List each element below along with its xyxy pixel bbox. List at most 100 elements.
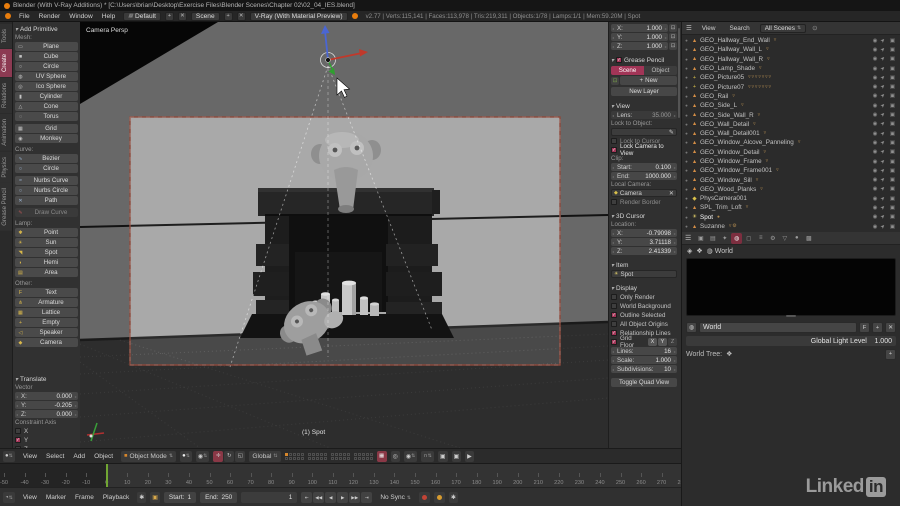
- visibility-eye-icon[interactable]: [873, 75, 878, 81]
- visibility-eye-icon[interactable]: [873, 93, 878, 99]
- visibility-eye-icon[interactable]: [873, 84, 878, 90]
- remove-scene-button[interactable]: [236, 11, 246, 21]
- renderability-icon[interactable]: [890, 159, 895, 165]
- editor-type-button[interactable]: ◔ ⇅: [3, 492, 15, 503]
- checkbox[interactable]: [611, 147, 617, 153]
- orientation-selector[interactable]: Global ⇅: [249, 450, 281, 462]
- add-other-button[interactable]: ▦ Lattice: [15, 308, 78, 317]
- draw-curve-button[interactable]: ✎ Draw Curve: [15, 208, 78, 217]
- playback-button[interactable]: ⇤: [301, 492, 313, 503]
- lens-field[interactable]: Lens:35.000: [611, 111, 677, 119]
- visibility-eye-icon[interactable]: [873, 140, 878, 146]
- add-mesh-button[interactable]: ▮ Cylinder: [15, 92, 78, 101]
- outliner-row[interactable]: ● ▲ GEO_Window_Frame001 ▿: [684, 166, 898, 175]
- selectability-icon[interactable]: [880, 121, 887, 128]
- layout-selector[interactable]: ▦ Default: [123, 11, 161, 21]
- lock-icon[interactable]: [669, 24, 677, 32]
- renderability-icon[interactable]: [890, 56, 895, 62]
- gp-pencil-icon[interactable]: [611, 77, 619, 85]
- playback-button[interactable]: ◀: [325, 492, 337, 503]
- global-light-slider[interactable]: Global Light Level 1.000: [686, 336, 896, 346]
- toolshelf-tab[interactable]: Relations: [0, 78, 12, 114]
- outliner-row[interactable]: ● ▲ GEO_Window_Frame ▿: [684, 157, 898, 166]
- checkbox[interactable]: [611, 330, 617, 336]
- visibility-eye-icon[interactable]: [873, 38, 878, 44]
- world-browse-button[interactable]: ◍: [686, 322, 697, 333]
- renderability-icon[interactable]: [890, 47, 895, 53]
- pivot-selector[interactable]: ◉ ⇅: [195, 450, 210, 462]
- unlink-world-button[interactable]: ✕: [885, 322, 896, 333]
- expand-icon[interactable]: ●: [684, 168, 689, 173]
- viewport-shading-selector[interactable]: ● ⇅: [180, 450, 192, 462]
- layers-grid-4[interactable]: [353, 452, 373, 460]
- properties-tab[interactable]: ▩: [803, 233, 814, 244]
- properties-tab[interactable]: ✦: [719, 233, 730, 244]
- visibility-eye-icon[interactable]: [873, 149, 878, 155]
- toolshelf-tab[interactable]: Grease Pencil: [0, 183, 12, 232]
- checkbox[interactable]: [611, 321, 617, 327]
- visibility-eye-icon[interactable]: [873, 56, 878, 62]
- mode-selector[interactable]: ■ Object Mode ⇅: [121, 450, 177, 462]
- layers-grid-3[interactable]: [330, 452, 350, 460]
- renderability-icon[interactable]: [890, 168, 895, 174]
- panel-header-view[interactable]: View: [611, 101, 677, 111]
- add-mesh-button[interactable]: ◉ Monkey: [15, 134, 78, 143]
- lock-range-icon[interactable]: ▣: [150, 492, 160, 503]
- add-curve-button[interactable]: ≈ Nurbs Curve: [15, 176, 78, 185]
- selectability-icon[interactable]: [880, 139, 887, 146]
- renderability-icon[interactable]: [890, 149, 895, 155]
- expand-icon[interactable]: ●: [684, 103, 689, 108]
- panel-header-grease-pencil[interactable]: Grease Pencil: [611, 55, 677, 65]
- hamburger-icon[interactable]: ☰: [685, 234, 691, 242]
- playback-button[interactable]: ▶: [337, 492, 349, 503]
- toolshelf-tab[interactable]: Create: [0, 49, 12, 78]
- expand-icon[interactable]: ●: [684, 187, 689, 192]
- axis-checkbox-row[interactable]: Y: [15, 436, 78, 444]
- timeline-menu[interactable]: Marker: [42, 494, 70, 501]
- outliner-row[interactable]: ● ▲ GEO_Lamp_Shade ▿: [684, 64, 898, 73]
- outliner-row[interactable]: ● ▲ GEO_Wood_Planks ▿: [684, 185, 898, 194]
- renderability-icon[interactable]: [890, 214, 895, 220]
- display-checkbox-row[interactable]: Outline Selected: [611, 311, 677, 319]
- selectability-icon[interactable]: [880, 37, 887, 44]
- use-preview-range-icon[interactable]: ✱: [137, 492, 147, 503]
- layers-grid-2[interactable]: [307, 452, 327, 460]
- sync-mode-selector[interactable]: No Sync ⇅: [376, 494, 415, 501]
- timeline-menu[interactable]: Frame: [71, 494, 98, 501]
- selectability-icon[interactable]: [880, 93, 887, 100]
- cursor-coord-field[interactable]: Z:2.41339: [611, 247, 677, 255]
- toolshelf-tab[interactable]: Physics: [0, 151, 12, 183]
- grid-setting-field[interactable]: Subdivisions:10: [611, 365, 677, 373]
- checkbox[interactable]: [611, 138, 617, 144]
- renderability-icon[interactable]: [890, 131, 895, 137]
- add-layout-button[interactable]: [164, 11, 174, 21]
- lock-object-field[interactable]: ✎: [611, 128, 677, 136]
- properties-tab[interactable]: ◻: [743, 233, 754, 244]
- expand-icon[interactable]: ●: [684, 178, 689, 183]
- selectability-icon[interactable]: [880, 176, 887, 183]
- expand-icon[interactable]: ●: [684, 122, 689, 127]
- cursor-coord-field[interactable]: Y:3.71118: [611, 238, 677, 246]
- outliner-search-input[interactable]: ⊙: [812, 24, 896, 32]
- expand-icon[interactable]: ●: [684, 131, 689, 136]
- selectability-icon[interactable]: [880, 83, 887, 90]
- outliner-row[interactable]: ● ▲ GEO_Hallway_End_Wall ▿: [684, 36, 898, 45]
- renderability-icon[interactable]: [890, 121, 895, 127]
- properties-tab[interactable]: ▽: [779, 233, 790, 244]
- keying-set-button[interactable]: [433, 492, 445, 503]
- visibility-eye-icon[interactable]: [873, 186, 878, 192]
- menubar-menu[interactable]: Window: [65, 13, 96, 20]
- grid-floor-row[interactable]: Grid Floor X Y Z: [611, 335, 677, 349]
- properties-tab[interactable]: ▤: [707, 233, 718, 244]
- timeline-ruler[interactable]: -50-40-30-20-100102030405060708090100110…: [0, 464, 681, 488]
- add-scene-button[interactable]: [223, 11, 233, 21]
- display-mode-selector[interactable]: All Scenes ⇅: [759, 23, 807, 33]
- selectability-icon[interactable]: [880, 148, 887, 155]
- add-mesh-button[interactable]: ■ Cube: [15, 52, 78, 61]
- layers-grid-1[interactable]: [284, 452, 304, 460]
- expand-icon[interactable]: ●: [684, 196, 689, 201]
- node-icon[interactable]: ❖: [696, 247, 702, 255]
- panel-header-translate[interactable]: Translate: [15, 374, 78, 384]
- pin-icon[interactable]: ◈: [687, 247, 692, 255]
- scale-field[interactable]: Y:1.000: [611, 33, 668, 41]
